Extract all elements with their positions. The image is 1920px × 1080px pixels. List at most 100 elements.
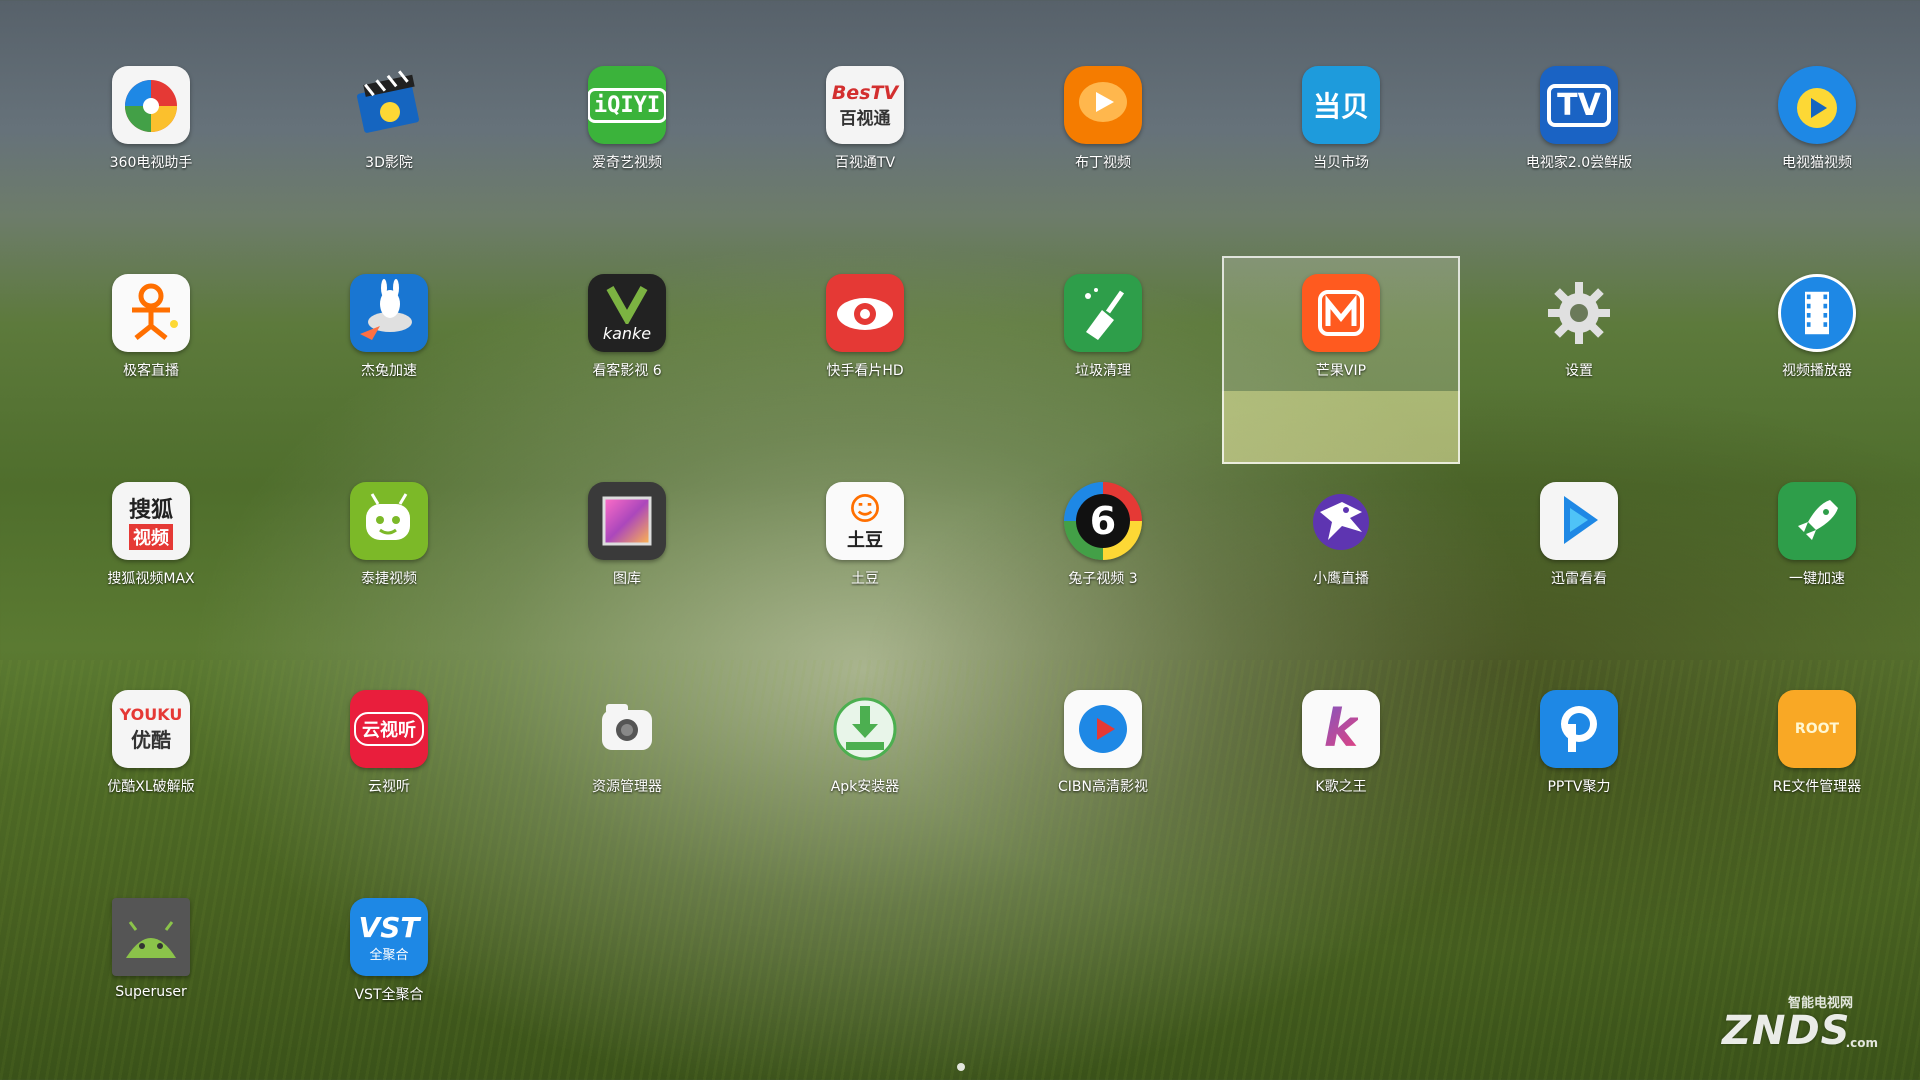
app-dangbei-market[interactable]: 当贝 当贝市场	[1222, 48, 1460, 256]
kanke-icon: kanke	[588, 274, 666, 352]
app-label: 快手看片HD	[826, 363, 904, 379]
app-label: 芒果VIP	[1315, 363, 1367, 379]
one-key-boost-icon	[1778, 482, 1856, 560]
app-tudou[interactable]: 土豆 土豆	[746, 464, 984, 672]
youku-icon: YOUKU 优酷	[112, 690, 190, 768]
app-label: 兔子视频 3	[1068, 571, 1138, 587]
app-label: 看客影视 6	[592, 363, 662, 379]
app-label: 杰兔加速	[361, 363, 417, 379]
app-one-key-boost[interactable]: 一键加速	[1698, 464, 1920, 672]
app-pptv[interactable]: PPTV聚力	[1460, 672, 1698, 880]
app-label: 电视家2.0尝鲜版	[1525, 155, 1633, 171]
xiaoying-live-icon	[1302, 482, 1380, 560]
app-mango-vip[interactable]: 芒果VIP	[1222, 256, 1460, 464]
app-kuaishou-hd[interactable]: 快手看片HD	[746, 256, 984, 464]
app-re-file-manager[interactable]: ROOT RE文件管理器	[1698, 672, 1920, 880]
app-label: VST全聚合	[354, 987, 424, 1003]
dianshijia-icon: TV	[1540, 66, 1618, 144]
app-dianshijia[interactable]: TV 电视家2.0尝鲜版	[1460, 48, 1698, 256]
app-grid: 360电视助手 3D影院 iQIYI 爱奇艺视频 BesTV 百视通 百视通TV…	[32, 48, 1888, 1080]
app-bestv[interactable]: BesTV 百视通 百视通TV	[746, 48, 984, 256]
file-manager-icon	[588, 690, 666, 768]
app-apk-installer[interactable]: Apk安装器	[746, 672, 984, 880]
geek-live-icon	[112, 274, 190, 352]
app-label: 设置	[1565, 363, 1593, 379]
app-label: 当贝市场	[1313, 155, 1369, 171]
app-label: 布丁视频	[1075, 155, 1131, 171]
app-superuser[interactable]: Superuser	[32, 880, 270, 1080]
app-youku[interactable]: YOUKU 优酷 优酷XL破解版	[32, 672, 270, 880]
dangbei-logo-text: 当贝	[1312, 90, 1369, 123]
app-cibn[interactable]: CIBN高清影视	[984, 672, 1222, 880]
app-label: 迅雷看看	[1551, 571, 1607, 587]
apk-installer-icon	[826, 690, 904, 768]
app-3d-cinema[interactable]: 3D影院	[270, 48, 508, 256]
app-geek-live[interactable]: 极客直播	[32, 256, 270, 464]
pudding-video-icon	[1064, 66, 1142, 144]
vst-logo-subtext: 全聚合	[369, 948, 409, 963]
3d-cinema-icon	[350, 66, 428, 144]
vst-logo-text: VST	[358, 911, 420, 944]
cleaner-icon	[1064, 274, 1142, 352]
app-label: 优酷XL破解版	[107, 779, 195, 795]
page-indicator-dot	[957, 1063, 965, 1071]
youku-logo-subtext: 优酷	[131, 728, 171, 752]
app-label: CIBN高清影视	[1058, 779, 1148, 795]
app-jietu-accelerate[interactable]: 杰兔加速	[270, 256, 508, 464]
mango-vip-icon	[1302, 274, 1380, 352]
app-label: K歌之王	[1315, 779, 1367, 795]
yunshiting-icon: 云视听	[350, 690, 428, 768]
360-tv-assistant-icon	[112, 66, 190, 144]
sohu-logo-subtext: 视频	[129, 524, 173, 550]
bestv-logo-subtext: 百视通	[839, 108, 891, 129]
re-file-manager-icon: ROOT	[1778, 690, 1856, 768]
app-video-player[interactable]: 视频播放器	[1698, 256, 1920, 464]
app-label: PPTV聚力	[1547, 779, 1611, 795]
app-vst[interactable]: VST 全聚合 VST全聚合	[270, 880, 508, 1080]
app-label: 小鹰直播	[1313, 571, 1369, 587]
re-logo-text: ROOT	[1794, 721, 1840, 737]
gallery-icon	[588, 482, 666, 560]
app-yunshiting[interactable]: 云视听 云视听	[270, 672, 508, 880]
app-label: 百视通TV	[834, 155, 896, 171]
xunlei-kankan-icon	[1540, 482, 1618, 560]
app-tvcat[interactable]: 电视猫视频	[1698, 48, 1920, 256]
app-label: 3D影院	[365, 155, 413, 171]
app-pudding-video[interactable]: 布丁视频	[984, 48, 1222, 256]
app-label: 视频播放器	[1782, 363, 1852, 379]
app-label: 搜狐视频MAX	[107, 571, 195, 587]
app-k-song-king[interactable]: k K歌之王	[1222, 672, 1460, 880]
app-label: 电视猫视频	[1782, 155, 1852, 171]
youku-logo-text: YOUKU	[119, 705, 183, 724]
watermark-domain-text: .com	[1845, 1036, 1878, 1050]
watermark-main-text: ZNDS	[1722, 1008, 1851, 1054]
app-sohu-video[interactable]: 搜狐 视频 搜狐视频MAX	[32, 464, 270, 672]
tudou-icon: 土豆	[826, 482, 904, 560]
app-label: 极客直播	[123, 363, 179, 379]
sohu-logo-text: 搜狐	[128, 498, 173, 523]
app-label: 垃圾清理	[1075, 363, 1131, 379]
app-settings[interactable]: 设置	[1460, 256, 1698, 464]
sohu-video-icon: 搜狐 视频	[112, 482, 190, 560]
app-gallery[interactable]: 图库	[508, 464, 746, 672]
app-tuzi-video[interactable]: 6 兔子视频 3	[984, 464, 1222, 672]
app-cleaner[interactable]: 垃圾清理	[984, 256, 1222, 464]
iqiyi-icon: iQIYI	[588, 66, 666, 144]
kanke-logo-text: kanke	[602, 323, 652, 343]
app-kanke[interactable]: kanke 看客影视 6	[508, 256, 746, 464]
app-file-manager[interactable]: 资源管理器	[508, 672, 746, 880]
app-label: RE文件管理器	[1772, 779, 1862, 795]
app-iqiyi[interactable]: iQIYI 爱奇艺视频	[508, 48, 746, 256]
superuser-android-icon	[112, 898, 190, 976]
app-taijie-video[interactable]: 泰捷视频	[270, 464, 508, 672]
k-song-king-icon: k	[1302, 690, 1380, 768]
yunshiting-logo-text: 云视听	[354, 712, 424, 746]
k-song-logo-text: k	[1323, 699, 1359, 759]
app-label: 资源管理器	[592, 779, 662, 795]
app-xiaoying-live[interactable]: 小鹰直播	[1222, 464, 1460, 672]
cibn-icon	[1064, 690, 1142, 768]
app-360-tv-assistant[interactable]: 360电视助手	[32, 48, 270, 256]
bestv-icon: BesTV 百视通	[826, 66, 904, 144]
app-xunlei-kankan[interactable]: 迅雷看看	[1460, 464, 1698, 672]
dangbei-market-icon: 当贝	[1302, 66, 1380, 144]
